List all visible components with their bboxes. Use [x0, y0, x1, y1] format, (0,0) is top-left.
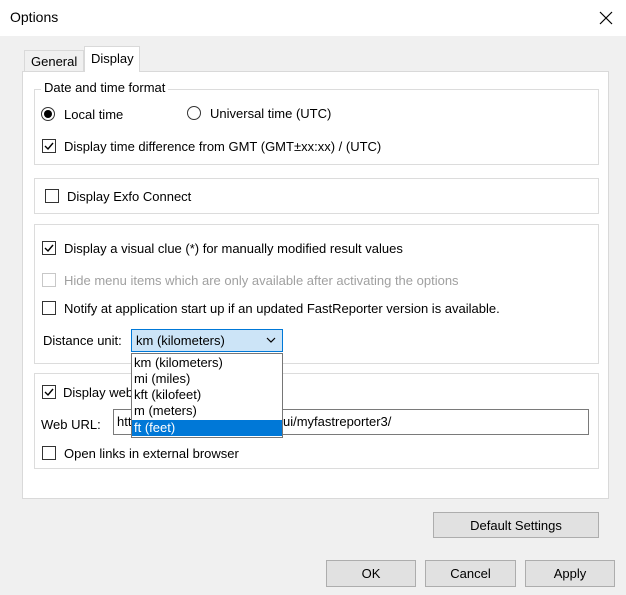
hide-menu-checkbox — [42, 273, 56, 287]
window-title: Options — [10, 9, 59, 25]
chevron-down-icon[interactable] — [265, 334, 277, 346]
radio-selected-dot — [44, 110, 52, 118]
notify-update-checkbox[interactable] — [42, 301, 56, 315]
cancel-button[interactable]: Cancel — [425, 560, 516, 587]
apply-button[interactable]: Apply — [525, 560, 615, 587]
close-icon — [599, 11, 613, 25]
option-mi[interactable]: mi (miles) — [132, 371, 282, 387]
checkmark-icon — [44, 142, 54, 151]
display-web-label[interactable]: Display web — [63, 385, 133, 400]
option-m[interactable]: m (meters) — [132, 403, 282, 419]
tab-general[interactable]: General — [24, 50, 84, 72]
exfo-connect-checkbox[interactable] — [45, 189, 59, 203]
notify-update-label[interactable]: Notify at application start up if an upd… — [64, 301, 500, 316]
title-bar — [0, 0, 626, 36]
exfo-connect-label[interactable]: Display Exfo Connect — [67, 189, 191, 204]
close-button[interactable] — [590, 4, 622, 32]
checkmark-icon — [44, 244, 54, 253]
display-web-checkbox[interactable] — [42, 385, 56, 399]
distance-unit-dropdown: km (kilometers) mi (miles) kft (kilofeet… — [131, 353, 283, 438]
web-url-text-end: ui/myfastreporter3/ — [283, 414, 392, 429]
option-km[interactable]: km (kilometers) — [132, 355, 282, 371]
external-browser-checkbox[interactable] — [42, 446, 56, 460]
datetime-group-legend: Date and time format — [41, 80, 169, 95]
option-ft[interactable]: ft (feet) — [132, 420, 282, 436]
visual-clue-label[interactable]: Display a visual clue (*) for manually m… — [64, 241, 403, 256]
ok-button[interactable]: OK — [326, 560, 416, 587]
default-settings-button[interactable]: Default Settings — [433, 512, 599, 538]
distance-unit-label: Distance unit: — [43, 333, 122, 348]
web-url-text-start: htt — [117, 414, 132, 429]
gmt-difference-checkbox[interactable] — [42, 139, 56, 153]
distance-unit-select[interactable]: km (kilometers) — [131, 329, 283, 352]
web-url-label: Web URL: — [41, 417, 101, 432]
hide-menu-label: Hide menu items which are only available… — [64, 273, 459, 288]
tab-display[interactable]: Display — [84, 46, 140, 72]
option-kft[interactable]: kft (kilofeet) — [132, 387, 282, 403]
radio-utc-label[interactable]: Universal time (UTC) — [210, 106, 331, 121]
radio-utc[interactable] — [187, 106, 201, 120]
radio-local-time[interactable] — [41, 107, 55, 121]
radio-local-time-label[interactable]: Local time — [64, 107, 123, 122]
gmt-difference-label[interactable]: Display time difference from GMT (GMT±xx… — [64, 139, 381, 154]
checkmark-icon — [44, 388, 54, 397]
visual-clue-checkbox[interactable] — [42, 241, 56, 255]
distance-unit-value: km (kilometers) — [136, 333, 225, 348]
external-browser-label[interactable]: Open links in external browser — [64, 446, 239, 461]
